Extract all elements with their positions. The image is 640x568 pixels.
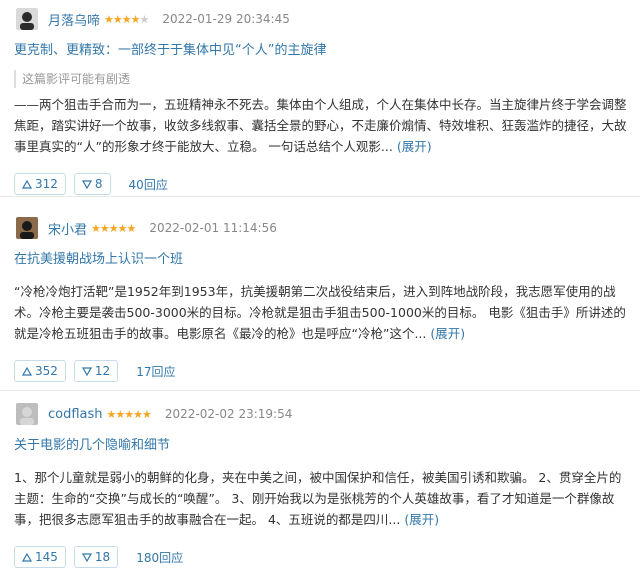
review-header: codflash ★★★★★ 2022-02-02 23:19:54 — [14, 397, 626, 431]
expand-link[interactable]: (展开) — [397, 139, 432, 154]
useless-count: 8 — [94, 177, 103, 191]
up-triangle-icon — [22, 179, 32, 189]
reply-link[interactable]: 180回应 — [136, 549, 183, 566]
down-triangle-icon — [81, 366, 92, 376]
useful-count: 312 — [35, 177, 58, 191]
down-triangle-icon — [81, 179, 92, 189]
star-icon: ★ — [108, 221, 119, 235]
useless-button[interactable]: 18 — [73, 546, 119, 568]
review-text: 1、那个儿童就是弱小的朝鲜的化身，夹在中美之间，被中国保护和信任，被美国引诱和欺… — [14, 470, 622, 527]
down-triangle-icon — [81, 552, 92, 562]
spoiler-warning: 这篇影评可能有剧透 — [14, 70, 626, 88]
useless-count: 12 — [94, 364, 111, 378]
rating-stars: ★★★★★ — [91, 221, 137, 235]
review-text: “冷枪冷炮打活靶”是1952年到1953年，抗美援朝第二次战役结束后，进入到阵地… — [14, 284, 626, 341]
useful-button[interactable]: 352 — [14, 360, 66, 382]
useless-button[interactable]: 12 — [73, 360, 119, 382]
reply-link[interactable]: 40回应 — [129, 176, 168, 193]
rating-stars: ★★★★★ — [104, 12, 150, 26]
avatar[interactable] — [16, 217, 38, 239]
avatar[interactable] — [16, 8, 38, 30]
review-title[interactable]: 关于电影的几个隐喻和细节 — [14, 435, 626, 457]
star-icon: ★ — [112, 12, 123, 26]
star-icon: ★ — [124, 407, 134, 421]
review-card: 月落乌啼 ★★★★★ 2022-01-29 20:34:45 更克制、更精致：一部终于… — [0, 2, 640, 196]
star-icon: ★ — [115, 407, 125, 421]
star-icon: ★ — [142, 407, 152, 421]
up-triangle-icon — [22, 366, 32, 376]
review-actions: 312 8 40回应 — [14, 173, 626, 195]
review-time: 2022-01-29 20:34:45 — [162, 12, 290, 26]
useful-button[interactable]: 145 — [14, 546, 66, 568]
review-title[interactable]: 更克制、更精致：一部终于于集体中见“个人”的主旋律 — [14, 40, 626, 62]
review-text: ——两个狙击手合而为一，五班精神永不死去。集体由个人组成，个人在集体中长存。当主… — [14, 97, 627, 154]
useful-count: 145 — [35, 550, 58, 564]
useful-button[interactable]: 312 — [14, 173, 66, 195]
rating-stars: ★★★★★ — [107, 407, 152, 421]
useful-count: 352 — [35, 364, 58, 378]
review-body: “冷枪冷炮打活靶”是1952年到1953年，抗美援朝第二次战役结束后，进入到阵地… — [14, 281, 628, 344]
review-list: 月落乌啼 ★★★★★ 2022-01-29 20:34:45 更克制、更精致：一部终于… — [0, 2, 640, 568]
username[interactable]: 宋小君 — [48, 219, 87, 238]
star-icon: ★ — [126, 221, 137, 235]
username[interactable]: 月落乌啼 — [48, 10, 100, 29]
review-title[interactable]: 在抗美援朝战场上认识一个班 — [14, 249, 626, 271]
review-body: ——两个狙击手合而为一，五班精神永不死去。集体由个人组成，个人在集体中长存。当主… — [14, 94, 628, 157]
review-header: 宋小君 ★★★★★ 2022-02-01 11:14:56 — [14, 211, 626, 245]
review-actions: 352 12 17回应 — [14, 360, 626, 382]
star-icon: ★ — [130, 12, 141, 26]
star-icon: ★ — [104, 12, 114, 26]
review-body: 1、那个儿童就是弱小的朝鲜的化身，夹在中美之间，被中国保护和信任，被美国引诱和欺… — [14, 467, 628, 530]
expand-link[interactable]: (展开) — [430, 326, 465, 341]
star-icon: ★ — [117, 221, 128, 235]
review-header: 月落乌啼 ★★★★★ 2022-01-29 20:34:45 — [14, 2, 626, 36]
star-icon: ★ — [139, 12, 150, 26]
review-time: 2022-02-01 11:14:56 — [149, 221, 277, 235]
review-card: 宋小君 ★★★★★ 2022-02-01 11:14:56 在抗美援朝战场上认识一个班… — [0, 196, 640, 390]
star-icon: ★ — [133, 407, 143, 421]
reply-link[interactable]: 17回应 — [136, 363, 175, 380]
avatar[interactable] — [16, 403, 38, 425]
expand-link[interactable]: (展开) — [404, 512, 439, 527]
username[interactable]: codflash — [48, 407, 103, 422]
useless-count: 18 — [94, 550, 111, 564]
star-icon: ★ — [121, 12, 132, 26]
useless-button[interactable]: 8 — [73, 173, 111, 195]
star-icon: ★ — [91, 221, 101, 235]
review-actions: 145 18 180回应 — [14, 546, 626, 568]
review-card: codflash ★★★★★ 2022-02-02 23:19:54 关于电影的几个隐… — [0, 390, 640, 568]
star-icon: ★ — [99, 221, 110, 235]
up-triangle-icon — [22, 552, 32, 562]
review-time: 2022-02-02 23:19:54 — [164, 407, 293, 421]
